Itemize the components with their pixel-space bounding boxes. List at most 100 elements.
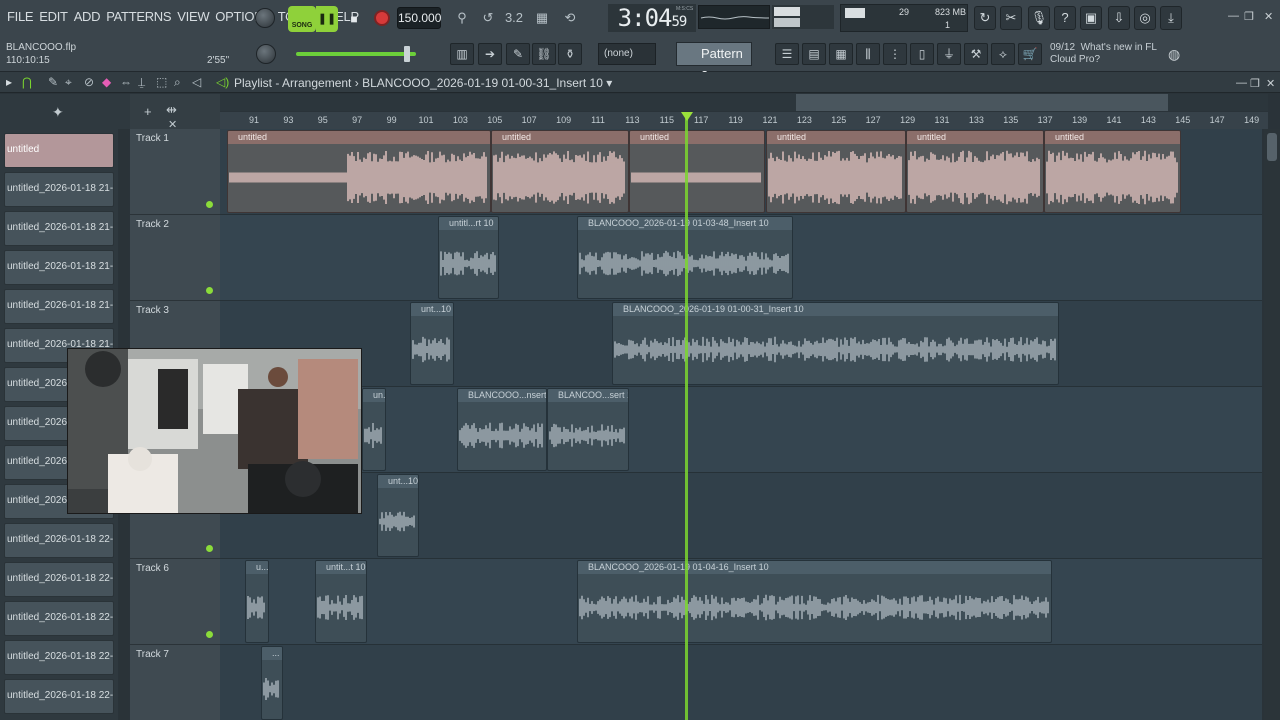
- playlist-grid[interactable]: untitled untitled untitled untitled unti…: [220, 129, 1262, 720]
- globe-icon[interactable]: ◍: [1168, 46, 1180, 63]
- audio-clip[interactable]: untitled: [227, 130, 491, 213]
- paint-tool-icon[interactable]: ⌖: [65, 75, 72, 90]
- playlist-icon[interactable]: ☰: [775, 43, 799, 65]
- pattern-picker-icon[interactable]: ✦: [52, 104, 64, 121]
- pattern-list-item[interactable]: untitled_2026-01-18 21-...: [4, 289, 114, 324]
- playback-tool-icon[interactable]: ◁: [192, 75, 201, 89]
- track-header[interactable]: Track 6: [130, 559, 220, 645]
- audio-clip[interactable]: untit...t 10: [315, 560, 367, 643]
- tools-icon[interactable]: ⚒: [964, 43, 988, 65]
- pencil-tool-icon[interactable]: ✎: [48, 75, 58, 89]
- audio-clip[interactable]: untitled: [491, 130, 629, 213]
- playhead-marker[interactable]: [681, 112, 693, 121]
- audio-clip[interactable]: unt...10: [410, 302, 454, 385]
- track-lane[interactable]: [220, 645, 1262, 720]
- mute-tool-icon[interactable]: ◆: [102, 75, 111, 89]
- menu-view[interactable]: VIEW: [174, 9, 212, 24]
- master-volume-slider[interactable]: [296, 46, 416, 62]
- playlist-minimize-icon[interactable]: —: [1236, 77, 1247, 89]
- select-tool-icon[interactable]: ⬚: [156, 75, 167, 89]
- marketplace-icon[interactable]: 🛒: [1018, 43, 1042, 65]
- save-icon[interactable]: ▣: [1080, 6, 1102, 30]
- news-hint[interactable]: 09/12 What's new in FL Cloud Pro?: [1050, 42, 1157, 66]
- cpu-memory-panel[interactable]: 29 823 MB 1: [840, 4, 968, 32]
- track-enable-led[interactable]: [206, 545, 213, 552]
- audio-clip[interactable]: BLANCOOO...nsert 10: [457, 388, 547, 471]
- playlist-close-icon[interactable]: ✕: [1266, 77, 1275, 90]
- pattern-list-item[interactable]: untitled_2026-01-18 22-...: [4, 640, 114, 675]
- delete-tool-icon[interactable]: ⊘: [84, 75, 94, 89]
- pattern-list-item[interactable]: untitled_2026-01-18 21-...: [4, 250, 114, 285]
- stamp-icon[interactable]: ⚱: [558, 43, 582, 65]
- track-enable-led[interactable]: [206, 201, 213, 208]
- close-icon[interactable]: ✕: [1264, 10, 1273, 23]
- arrangement-dropdown-icon[interactable]: ▾: [606, 76, 612, 90]
- audio-clip[interactable]: BLANCOOO_2026-01-19 01-00-31_Insert 10: [612, 302, 1059, 385]
- audio-clip[interactable]: untitled: [1044, 130, 1181, 213]
- arrangement-name[interactable]: BLANCOOO_2026-01-19 01-00-31_Insert 10: [362, 76, 603, 90]
- metronome-icon[interactable]: ⚲: [452, 9, 472, 27]
- pencil-icon[interactable]: ✎: [506, 43, 530, 65]
- speaker-icon[interactable]: ◁): [216, 75, 229, 89]
- pattern-list-item[interactable]: untitled_2026-01-18 21-...: [4, 172, 114, 207]
- audio-clip[interactable]: untitled: [629, 130, 765, 213]
- magnet-icon[interactable]: ⋂: [22, 75, 32, 89]
- audio-clip[interactable]: untitled: [906, 130, 1044, 213]
- add-track-icon[interactable]: +: [144, 104, 152, 119]
- audio-clip[interactable]: BLANCOO...sert 10: [547, 388, 629, 471]
- audio-clip[interactable]: un...: [362, 388, 386, 471]
- tempo-tapper-icon[interactable]: ⟡: [991, 43, 1015, 65]
- track-header[interactable]: Track 1: [130, 129, 220, 215]
- pattern-list-item[interactable]: untitled_2026-01-18 22-...: [4, 523, 114, 558]
- pattern-name[interactable]: Pattern 2: [676, 42, 752, 83]
- chat-icon[interactable]: ◎: [1134, 6, 1156, 30]
- audio-clip[interactable]: ...: [261, 646, 283, 720]
- slice-tool-icon[interactable]: ⍊: [138, 75, 145, 90]
- tempo-display[interactable]: 150.000: [397, 7, 441, 29]
- menu-patterns[interactable]: PATTERNS: [103, 9, 174, 24]
- mixer-icon[interactable]: ⫼: [856, 43, 880, 65]
- minimize-icon[interactable]: —: [1228, 10, 1239, 22]
- audio-clip[interactable]: u...: [245, 560, 269, 643]
- undo-icon[interactable]: ↻: [974, 6, 996, 30]
- cut-icon[interactable]: ✂: [1000, 6, 1022, 30]
- master-volume-handle[interactable]: [404, 46, 410, 62]
- browser-icon[interactable]: ▯: [910, 43, 934, 65]
- pause-button[interactable]: ❚❚: [316, 6, 338, 32]
- audio-clip[interactable]: untitled: [766, 130, 906, 213]
- wait-for-input-icon[interactable]: ↺: [478, 9, 498, 27]
- audio-clip[interactable]: BLANCOOO_2026-01-19 01-04-16_Insert 10: [577, 560, 1052, 643]
- song-mode-button[interactable]: SONG: [288, 6, 316, 32]
- link-icon[interactable]: ⛓: [532, 43, 556, 65]
- zoom-icon[interactable]: ⇹: [166, 102, 177, 118]
- master-volume-knob[interactable]: [255, 8, 275, 28]
- step-seq-icon[interactable]: ▤: [802, 43, 826, 65]
- playhead-line[interactable]: [685, 112, 688, 720]
- audio-clip[interactable]: untitl...rt 10: [438, 216, 499, 299]
- help-icon[interactable]: ?: [1054, 6, 1076, 30]
- track-header[interactable]: Track 2: [130, 215, 220, 301]
- pattern-list-item[interactable]: untitled_2026-01-18 22-...: [4, 601, 114, 636]
- channel-rack-icon[interactable]: ▦: [829, 43, 853, 65]
- playlist-vertical-scrollbar[interactable]: [1264, 129, 1280, 720]
- pattern-selector[interactable]: (none): [598, 43, 656, 65]
- pattern-list-item[interactable]: untitled_2026-01-18 22-...: [4, 562, 114, 597]
- scrollbar-thumb[interactable]: [1267, 133, 1277, 161]
- slip-tool-icon[interactable]: ⇔: [120, 75, 132, 89]
- playlist-restore-icon[interactable]: ❐: [1250, 77, 1260, 90]
- microphone-icon[interactable]: 🎙: [1028, 6, 1050, 30]
- restore-icon[interactable]: ❐: [1244, 10, 1254, 23]
- countdown-icon[interactable]: 3.2: [504, 9, 524, 27]
- pattern-list-item[interactable]: untitled: [4, 133, 114, 168]
- overview-viewport[interactable]: [796, 94, 1168, 111]
- pattern-list-item[interactable]: untitled_2026-01-18 21-...: [4, 211, 114, 246]
- menu-edit[interactable]: EDIT: [36, 9, 70, 24]
- stop-button[interactable]: ■: [344, 8, 364, 30]
- record-button[interactable]: [374, 10, 390, 26]
- step-edit-icon[interactable]: ▦: [532, 9, 552, 27]
- plugin-icon[interactable]: ⏚: [937, 43, 961, 65]
- track-enable-led[interactable]: [206, 631, 213, 638]
- menu-file[interactable]: FILE: [4, 9, 36, 24]
- piano-roll-icon[interactable]: ▥: [450, 43, 474, 65]
- zoom-tool-icon[interactable]: ⌕: [174, 75, 181, 90]
